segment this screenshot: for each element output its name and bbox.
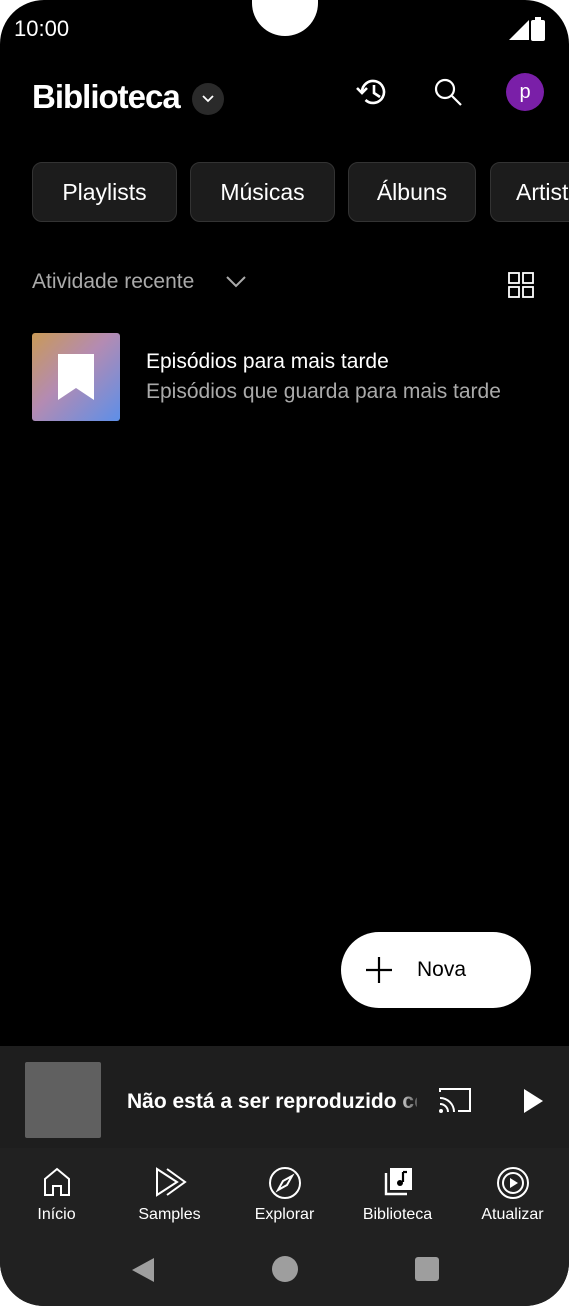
back-icon[interactable] [130, 1256, 156, 1284]
cast-icon[interactable] [438, 1086, 472, 1114]
bookmark-icon [58, 354, 94, 400]
recents-icon[interactable] [414, 1256, 440, 1282]
chip-musicas[interactable]: Músicas [190, 162, 335, 222]
system-navigation-bar [0, 1238, 569, 1306]
title-dropdown-button[interactable] [192, 83, 224, 115]
upgrade-icon [496, 1167, 529, 1199]
history-icon [356, 79, 386, 105]
new-playlist-button[interactable]: Nova [341, 932, 531, 1008]
samples-icon [155, 1167, 187, 1197]
chip-albuns[interactable]: Álbuns [348, 162, 476, 222]
new-button-label: Nova [417, 958, 467, 981]
grid-view-icon[interactable] [508, 272, 534, 298]
nav-biblioteca[interactable]: Biblioteca [341, 1148, 454, 1238]
chevron-down-icon [202, 95, 214, 103]
nav-explorar[interactable]: Explorar [228, 1148, 341, 1238]
list-item-thumbnail[interactable] [32, 333, 120, 421]
mini-player[interactable]: Não está a ser reproduzido conteúdo [0, 1046, 569, 1148]
album-art [25, 1062, 101, 1138]
nav-atualizar[interactable]: Atualizar [456, 1148, 569, 1238]
now-playing-text: Não está a ser reproduzido conteúdo [127, 1090, 417, 1113]
compass-icon [268, 1167, 301, 1199]
page-title: Biblioteca [32, 78, 181, 115]
home-icon [43, 1167, 70, 1196]
search-icon [434, 78, 462, 106]
nav-samples[interactable]: Samples [113, 1148, 226, 1238]
avatar[interactable]: p [506, 73, 544, 111]
plus-icon [366, 957, 392, 983]
status-time: 10:00 [14, 16, 70, 41]
nav-label: Início [37, 1206, 76, 1223]
search-button[interactable] [428, 72, 468, 112]
nav-label: Samples [138, 1206, 201, 1223]
text-fade [395, 1080, 425, 1120]
battery-icon [531, 17, 545, 41]
nav-label: Atualizar [481, 1206, 544, 1223]
sort-dropdown-label[interactable]: Atividade recente [32, 270, 194, 294]
chip-artistas[interactable]: Artistas [490, 162, 569, 222]
home-circle-icon[interactable] [271, 1255, 299, 1283]
chevron-down-icon[interactable] [224, 272, 248, 292]
app-screen: 10:00 Biblioteca p Playlists Músicas Álb… [0, 0, 569, 1306]
history-button[interactable] [352, 72, 392, 112]
signal-icon [509, 20, 529, 40]
bottom-navigation: Início Samples Explorar Biblioteca Atual… [0, 1148, 569, 1238]
list-item-title[interactable]: Episódios para mais tarde [146, 350, 389, 374]
nav-inicio[interactable]: Início [0, 1148, 113, 1238]
nav-label: Biblioteca [362, 1206, 433, 1223]
nav-label: Explorar [254, 1206, 315, 1223]
status-bar: 10:00 [0, 0, 569, 56]
list-item-subtitle: Episódios que guarda para mais tarde [146, 380, 501, 403]
play-icon[interactable] [522, 1088, 544, 1114]
chip-playlists[interactable]: Playlists [32, 162, 177, 222]
library-music-icon [384, 1168, 412, 1196]
